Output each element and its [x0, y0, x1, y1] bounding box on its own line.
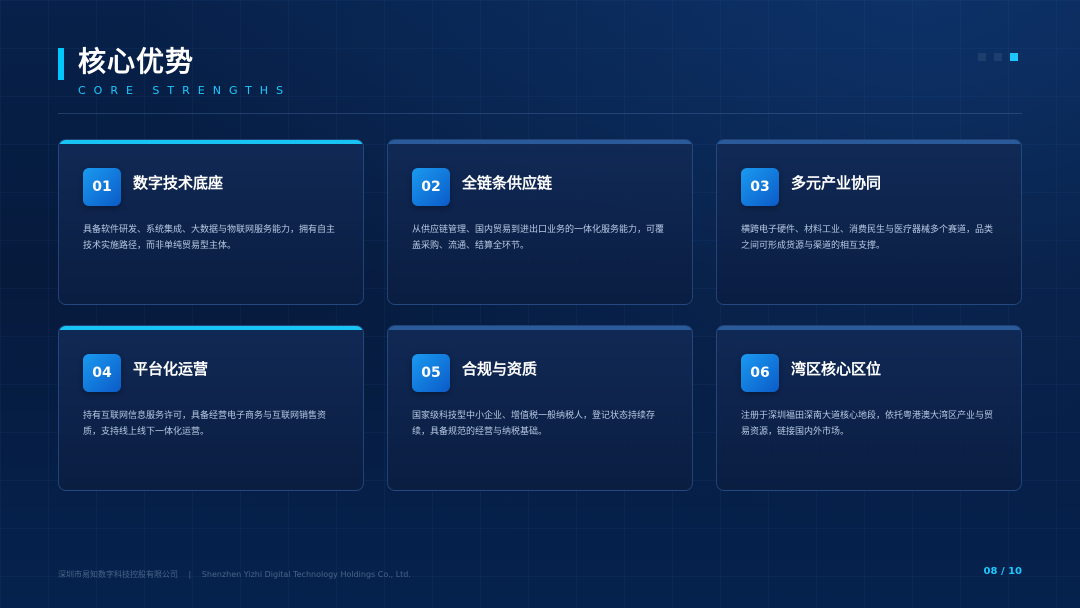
card-number-badge: 01 [83, 168, 121, 206]
footer-company-cn: 深圳市易知数字科技控股有限公司 [58, 570, 178, 579]
card-title: 数字技术底座 [133, 174, 224, 192]
card-number-badge: 02 [412, 168, 450, 206]
footer-company: 深圳市易知数字科技控股有限公司 | Shenzhen Yizhi Digital… [58, 569, 411, 580]
card-top-accent [388, 326, 692, 330]
page-number: 08 / 10 [983, 566, 1022, 577]
strength-card: 04 平台化运营 持有互联网信息服务许可，具备经营电子商务与互联网销售资质，支持… [58, 325, 364, 491]
page-subtitle: CORE STRENGTHS [78, 84, 292, 97]
footer-company-en: Shenzhen Yizhi Digital Technology Holdin… [201, 570, 411, 579]
strength-card: 06 湾区核心区位 注册于深圳福田深南大道核心地段，依托粤港澳大湾区产业与贸易资… [716, 325, 1022, 491]
strength-card: 05 合规与资质 国家级科技型中小企业、增值税一般纳税人，登记状态持续存续，具备… [387, 325, 693, 491]
card-title: 多元产业协同 [791, 174, 882, 192]
title-accent-bar [58, 48, 64, 80]
card-top-accent [388, 140, 692, 144]
card-description: 横跨电子硬件、材料工业、消费民生与医疗器械多个赛道，品类之间可形成货源与渠道的相… [741, 225, 994, 251]
card-description: 国家级科技型中小企业、增值税一般纳税人，登记状态持续存续，具备规范的经营与纳税基… [412, 411, 656, 437]
card-number-badge: 05 [412, 354, 450, 392]
strength-card: 01 数字技术底座 具备软件研发、系统集成、大数据与物联网服务能力，拥有自主技术… [58, 139, 364, 305]
card-top-accent [59, 140, 363, 144]
header-divider [58, 113, 1022, 114]
strength-card: 02 全链条供应链 从供应链管理、国内贸易到进出口业务的一体化服务能力，可覆盖采… [387, 139, 693, 305]
strength-card: 03 多元产业协同 横跨电子硬件、材料工业、消费民生与医疗器械多个赛道，品类之间… [716, 139, 1022, 305]
card-top-accent [717, 140, 1021, 144]
indicator-dot-active [1010, 53, 1018, 61]
card-number-badge: 06 [741, 354, 779, 392]
card-description: 从供应链管理、国内贸易到进出口业务的一体化服务能力，可覆盖采购、流通、结算全环节… [412, 225, 665, 251]
footer-separator: | [188, 570, 192, 579]
indicator-dot [978, 53, 986, 61]
card-number-badge: 03 [741, 168, 779, 206]
card-description: 持有互联网信息服务许可，具备经营电子商务与互联网销售资质，支持线上线下一体化运营… [83, 411, 327, 437]
card-title: 湾区核心区位 [791, 360, 882, 378]
card-description: 具备软件研发、系统集成、大数据与物联网服务能力，拥有自主技术实施路径，而非单纯贸… [83, 225, 336, 251]
strengths-grid: 01 数字技术底座 具备软件研发、系统集成、大数据与物联网服务能力，拥有自主技术… [58, 139, 1022, 491]
card-top-accent [717, 326, 1021, 330]
card-top-accent [59, 326, 363, 330]
indicator-dot [994, 53, 1002, 61]
page-title: 核心优势 [78, 45, 195, 78]
card-title: 平台化运营 [133, 360, 209, 378]
card-title: 合规与资质 [462, 360, 538, 378]
card-description: 注册于深圳福田深南大道核心地段，依托粤港澳大湾区产业与贸易资源，链接国内外市场。 [741, 411, 994, 437]
page-indicator-dots [978, 53, 1018, 61]
card-title: 全链条供应链 [462, 174, 553, 192]
card-number-badge: 04 [83, 354, 121, 392]
